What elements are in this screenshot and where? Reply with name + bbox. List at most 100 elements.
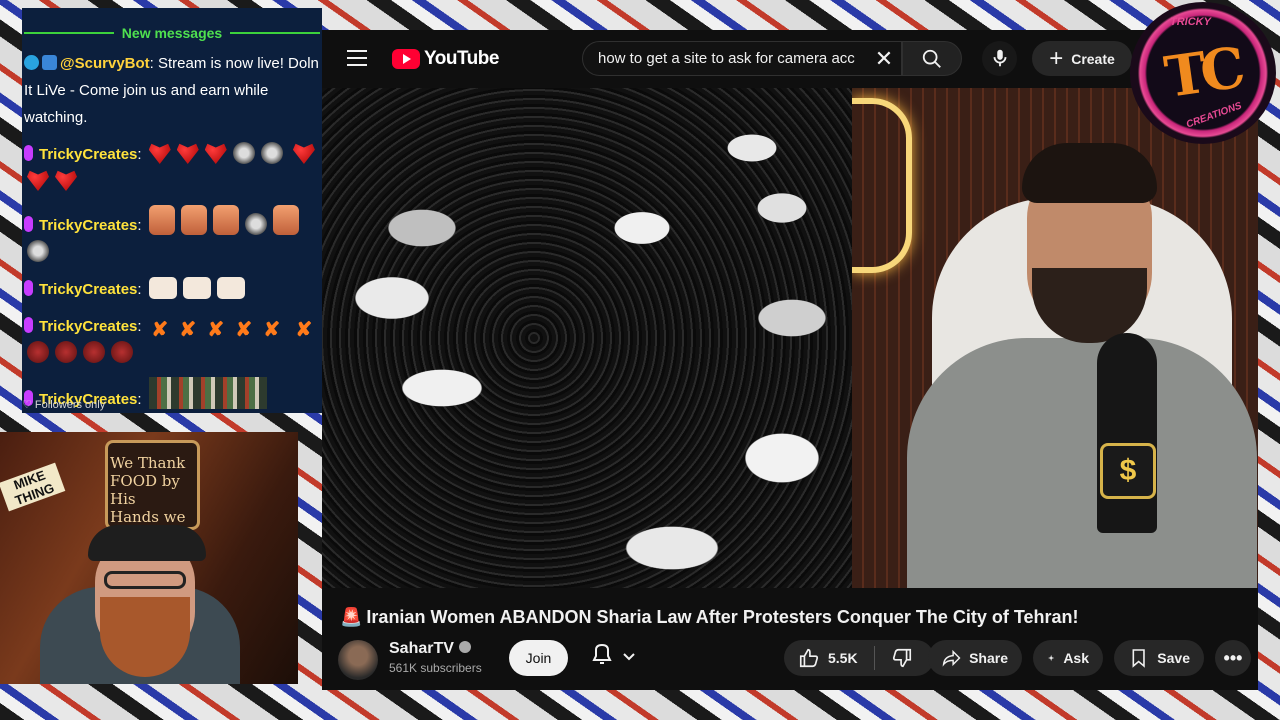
logo-top-text: TRICKY [1170,16,1211,28]
clear-search-icon[interactable]: ✕ [873,48,895,70]
mic-badge-icon [24,280,33,296]
ask-label: Ask [1063,650,1089,666]
chat-username[interactable]: TrickyCreates [39,146,137,163]
fist-emote-icon [148,277,177,299]
host-microphone [1097,333,1157,533]
bottle-emote-icon [27,240,49,262]
video-meta-row: SaharTV 561K subscribers Join 5.5K Share… [322,637,1258,680]
video-title-text: Iranian Women ABANDON Sharia Law After P… [366,607,1079,627]
share-icon [942,649,961,667]
verified-icon [458,641,471,653]
dollar-sign-icon: $ [1100,443,1156,499]
heart-emote-icon [148,143,171,164]
followers-only-label: Followers only [34,399,106,411]
fist-emote-icon [182,277,211,299]
heart-emote-icon [176,143,199,164]
chat-separator: : [137,391,142,408]
chat-username[interactable]: TrickyCreates [39,318,137,335]
heart-emote-icon [292,143,315,164]
mic-badge-icon [24,216,33,232]
join-button[interactable]: Join [509,640,568,676]
divider-line-right [230,32,320,34]
voice-search-button[interactable] [982,41,1017,76]
divider-line-left [24,32,114,34]
microphone-icon [993,49,1006,67]
skull-emote-icon [260,142,283,164]
chat-separator: : [137,217,142,234]
search-input[interactable] [598,50,868,67]
face-emote-icon [272,205,299,235]
like-count[interactable]: 5.5K [828,650,858,666]
chat-message: @ScurvyBot: Stream is now live! Doln It … [22,44,322,135]
bookmark-icon [1132,649,1145,668]
chat-message: TrickyCreates: ✘ ✘ ✘ ✘ ✘ ✘ [22,307,322,371]
like-divider [873,646,875,670]
hammer-emote-icon: ✘ [295,319,313,341]
lips-emote-icon [55,341,77,363]
youtube-logo[interactable]: YouTube [392,48,499,70]
bell-icon [592,643,635,664]
new-messages-label: New messages [121,25,223,41]
chat-separator: : [137,146,142,163]
cap [88,525,206,561]
heart-icon: ♡ [22,399,35,411]
video-title: 🚨 Iranian Women ABANDON Sharia Law After … [340,607,1079,628]
channel-name[interactable]: SaharTV [389,640,471,658]
heart-emote-icon [55,170,77,191]
glasses [104,571,186,589]
chat-separator: : [137,281,142,298]
subscriber-count: 561K subscribers [389,661,482,675]
video-player[interactable]: $ [322,88,1258,588]
share-button[interactable]: Share [928,640,1022,676]
youtube-play-icon [392,49,420,69]
search-icon [922,49,941,68]
lips-emote-icon [27,341,49,363]
more-dots-icon: ••• [1223,647,1243,668]
chat-username[interactable]: TrickyCreates [39,217,137,234]
webcam-feed: We Thank FOOD by His Hands we are FED MI… [0,432,298,684]
chat-message: TrickyCreates: [22,135,322,199]
fist-emote-icon [216,277,245,299]
chat-panel: New messages @ScurvyBot: Stream is now l… [22,8,322,413]
hammer-emote-icon: ✘ [207,319,225,341]
chat-message: TrickyCreates: [22,199,322,270]
save-button[interactable]: Save [1114,640,1204,676]
hammer-emote-icon: ✘ [263,319,281,341]
protest-footage [322,88,852,588]
face-emote-icon [212,205,239,235]
chat-username[interactable]: TrickyCreates [39,281,137,298]
host-shirt [907,338,1257,588]
host-hair [1022,143,1157,203]
lips-emote-icon [83,341,105,363]
menu-icon[interactable] [347,50,367,66]
thumbs-up-icon[interactable] [798,647,820,669]
notification-bell-button[interactable] [584,640,644,676]
more-actions-button[interactable]: ••• [1215,640,1251,676]
hammer-emote-icon: ✘ [235,319,253,341]
chat-username[interactable]: @ScurvyBot [60,55,150,72]
followers-only-notice: ♡ Followers only [22,398,105,411]
tricky-creations-logo: TRICKY TC CREATIONS [1130,2,1276,144]
search-button[interactable] [902,41,962,76]
chat-top-fade [22,8,322,22]
face-emote-icon [180,205,207,235]
hammer-emote-icon: ✘ [179,319,197,341]
chat-message: TrickyCreates: [22,270,322,307]
hammer-emote-icon: ✘ [151,319,169,341]
mod-sword-icon [42,55,57,70]
like-dislike-group: 5.5K [784,640,934,676]
mic-badge-icon [24,145,33,161]
skull-emote-icon [232,142,255,164]
youtube-logo-text: YouTube [424,48,499,69]
heart-emote-icon [204,143,227,164]
create-label: Create [1071,50,1115,67]
plus-icon: + [1049,44,1064,72]
thumbs-down-icon[interactable] [891,647,913,669]
chat-separator: : [137,318,142,335]
create-button[interactable]: + Create [1032,41,1132,76]
share-label: Share [969,650,1008,666]
host-video: $ [852,88,1258,588]
search-box: ✕ [582,41,902,76]
ask-button[interactable]: Ask [1033,640,1103,676]
channel-avatar[interactable] [338,640,378,680]
